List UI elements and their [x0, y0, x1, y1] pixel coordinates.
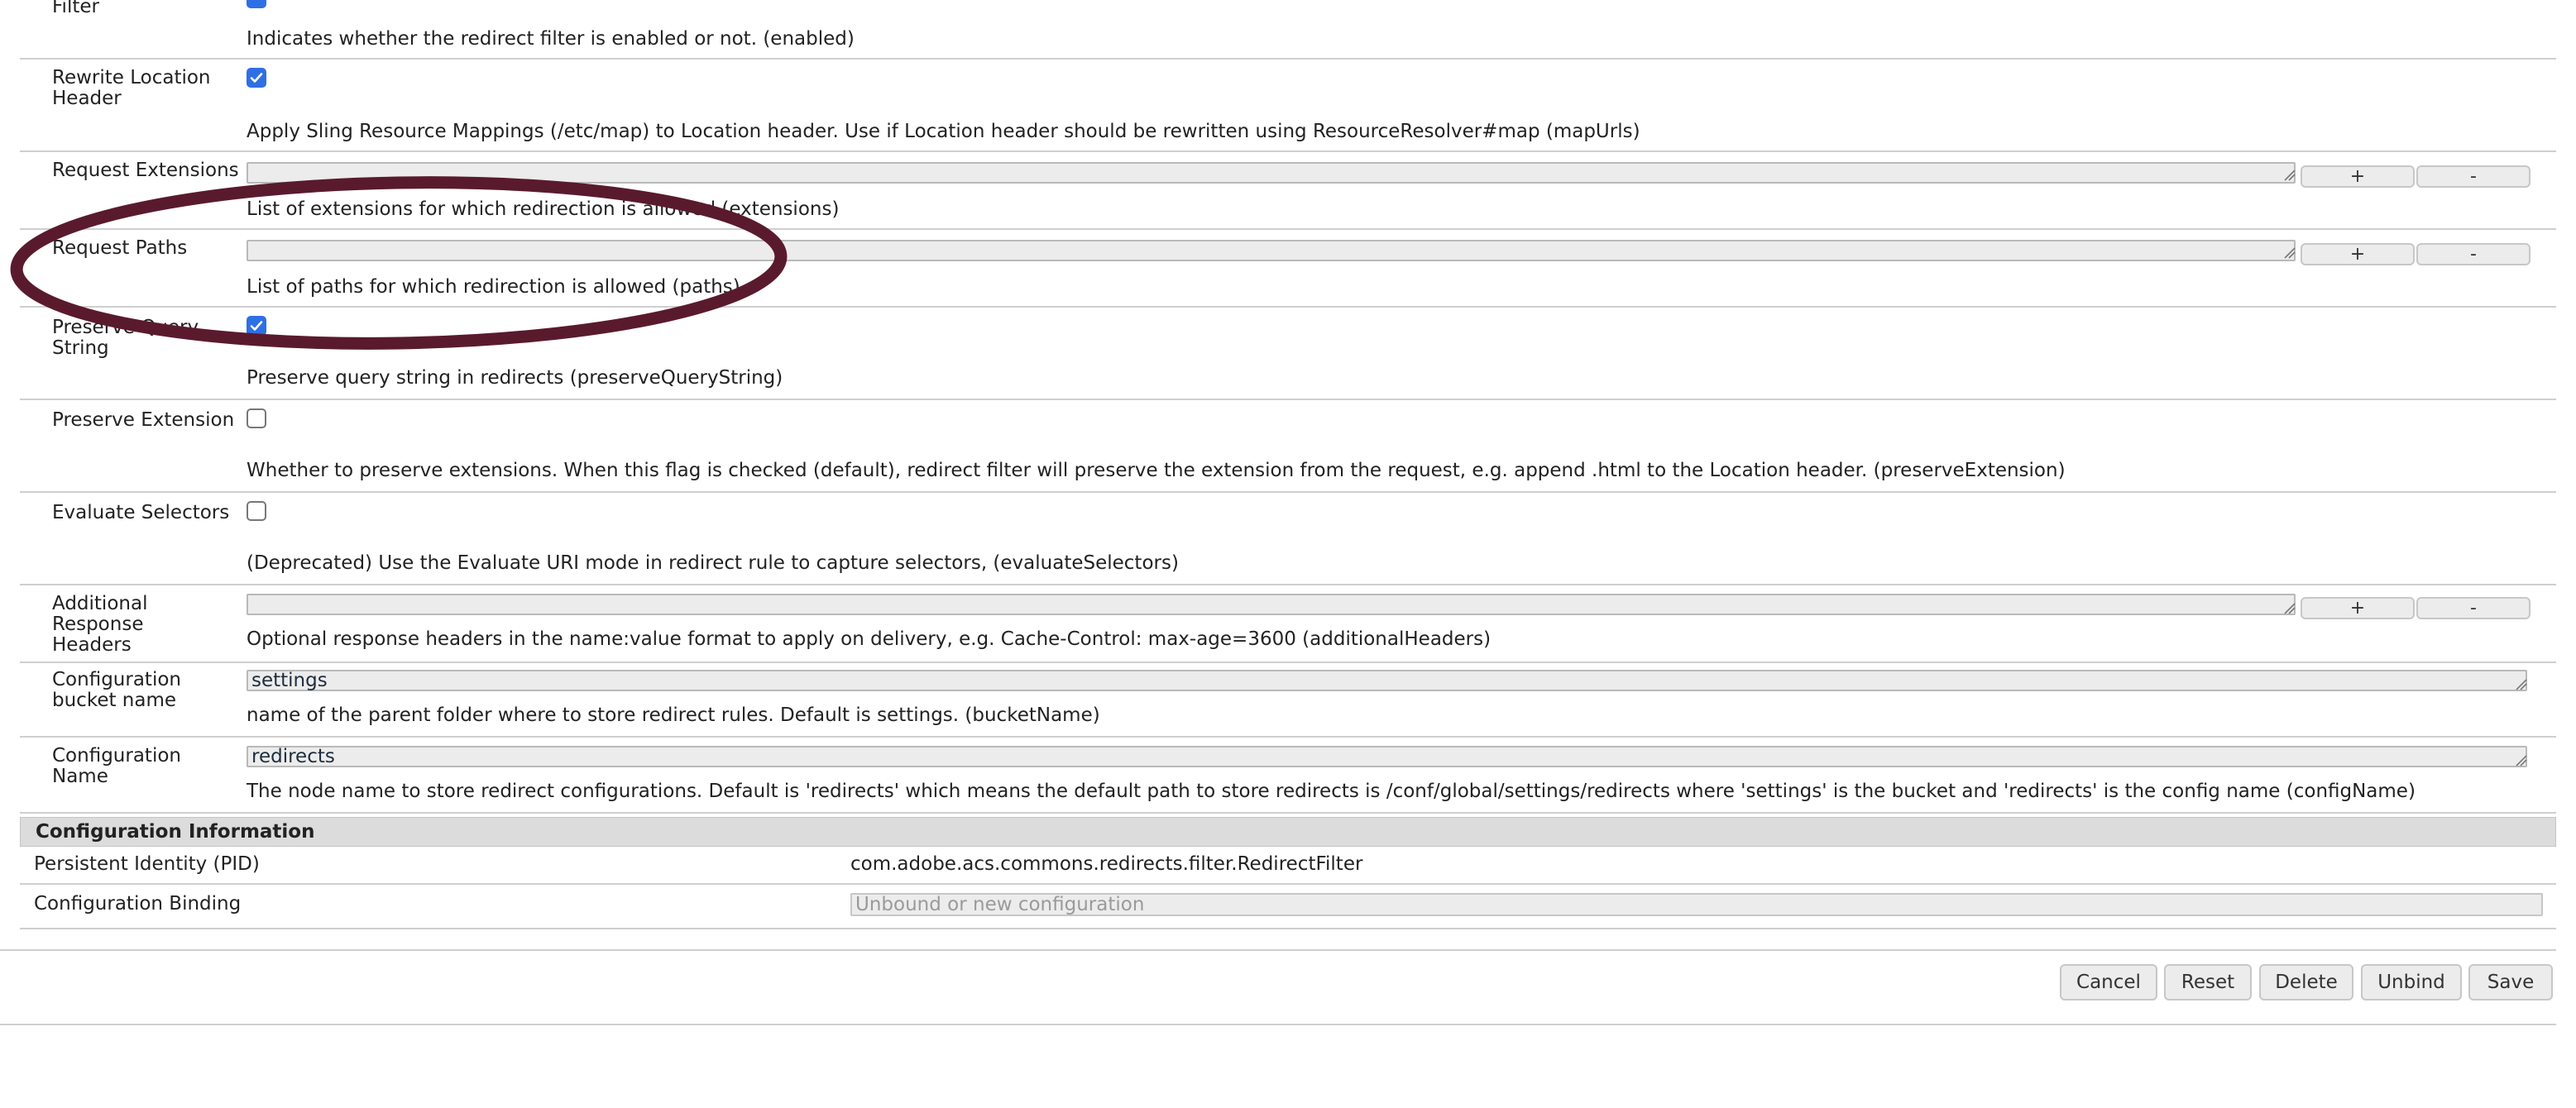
field-label: Evaluate Selectors [52, 502, 230, 523]
add-extension-button[interactable]: + [2301, 165, 2415, 188]
field-row-config-name: Configuration Name redirects The node na… [20, 738, 2556, 814]
pid-value: com.adobe.acs.commons.redirects.filter.R… [850, 853, 1363, 875]
field-row-request-paths: Request Paths + - List of paths for whic… [20, 230, 2556, 308]
field-label: Request Paths [52, 237, 188, 259]
field-row-preserve-extension: Preserve Extension Whether to preserve e… [20, 400, 2556, 493]
field-description: name of the parent folder where to store… [247, 704, 1100, 726]
pid-label: Persistent Identity (PID) [34, 853, 260, 875]
field-row-bucket-name: Configuration bucket name settings name … [20, 663, 2556, 738]
field-description: Optional response headers in the name:va… [247, 628, 1491, 650]
remove-extension-button[interactable]: - [2416, 165, 2531, 188]
field-row-additional-headers: Additional Response Headers + - Optional… [20, 585, 2556, 663]
field-row-preserve-query-string: Preserve Query String Preserve query str… [20, 308, 2556, 400]
pid-row: Persistent Identity (PID) com.adobe.acs.… [20, 847, 2556, 885]
field-label: Configuration bucket name [52, 669, 181, 711]
field-description: Apply Sling Resource Mappings (/etc/map)… [247, 121, 1640, 142]
request-extensions-input[interactable] [247, 162, 2296, 184]
unbind-button[interactable]: Unbind [2361, 964, 2462, 1001]
field-description: Preserve query string in redirects (pres… [247, 367, 783, 389]
field-description: The node name to store redirect configur… [247, 781, 2416, 802]
binding-row: Configuration Binding Unbound or new con… [20, 885, 2556, 929]
add-header-button[interactable]: + [2301, 597, 2415, 619]
field-description: List of paths for which redirection is a… [247, 276, 740, 298]
binding-label: Configuration Binding [34, 893, 242, 915]
binding-input[interactable]: Unbound or new configuration [850, 893, 2543, 916]
field-label: Request Extensions [52, 160, 239, 181]
preserve-extension-checkbox[interactable] [247, 408, 266, 428]
field-row-evaluate-selectors: Evaluate Selectors (Deprecated) Use the … [20, 493, 2556, 585]
checkmark-icon [250, 73, 263, 83]
remove-path-button[interactable]: - [2416, 243, 2531, 265]
evaluate-selectors-checkbox[interactable] [247, 501, 266, 521]
field-description: Indicates whether the redirect filter is… [247, 28, 855, 50]
config-name-input[interactable]: redirects [247, 746, 2527, 767]
field-row-rewrite-location-header: Rewrite Location Header Apply Sling Reso… [20, 60, 2556, 152]
remove-header-button[interactable]: - [2416, 597, 2531, 619]
field-label: Additional Response Headers [52, 593, 148, 656]
footer-divider [0, 949, 2556, 951]
field-description: Whether to preserve extensions. When thi… [247, 460, 2066, 481]
request-paths-input[interactable] [247, 240, 2296, 261]
rewrite-location-header-checkbox[interactable] [247, 68, 266, 88]
field-label: Configuration Name [52, 745, 181, 787]
save-button[interactable]: Save [2468, 964, 2553, 1001]
field-label: Rewrite Location Header [52, 67, 211, 109]
field-row-filter: Filter Indicates whether the redirect fi… [20, 0, 2556, 60]
bucket-name-input[interactable]: settings [247, 670, 2527, 691]
cancel-button[interactable]: Cancel [2060, 964, 2157, 1001]
preserve-query-string-checkbox[interactable] [247, 316, 266, 336]
config-info-header: Configuration Information [20, 817, 2556, 847]
reset-button[interactable]: Reset [2164, 964, 2252, 1001]
field-description: (Deprecated) Use the Evaluate URI mode i… [247, 552, 1179, 574]
field-label: Preserve Query String [52, 317, 199, 359]
footer-divider [0, 1024, 2556, 1025]
enabled-checkbox[interactable] [247, 0, 266, 8]
add-path-button[interactable]: + [2301, 243, 2415, 265]
field-description: List of extensions for which redirection… [247, 198, 840, 220]
delete-button[interactable]: Delete [2259, 964, 2353, 1001]
additional-headers-input[interactable] [247, 594, 2296, 615]
field-label: Preserve Extension [52, 409, 235, 431]
field-row-request-extensions: Request Extensions + - List of extension… [20, 152, 2556, 230]
field-label: Filter [52, 0, 99, 17]
checkmark-icon [250, 321, 263, 331]
